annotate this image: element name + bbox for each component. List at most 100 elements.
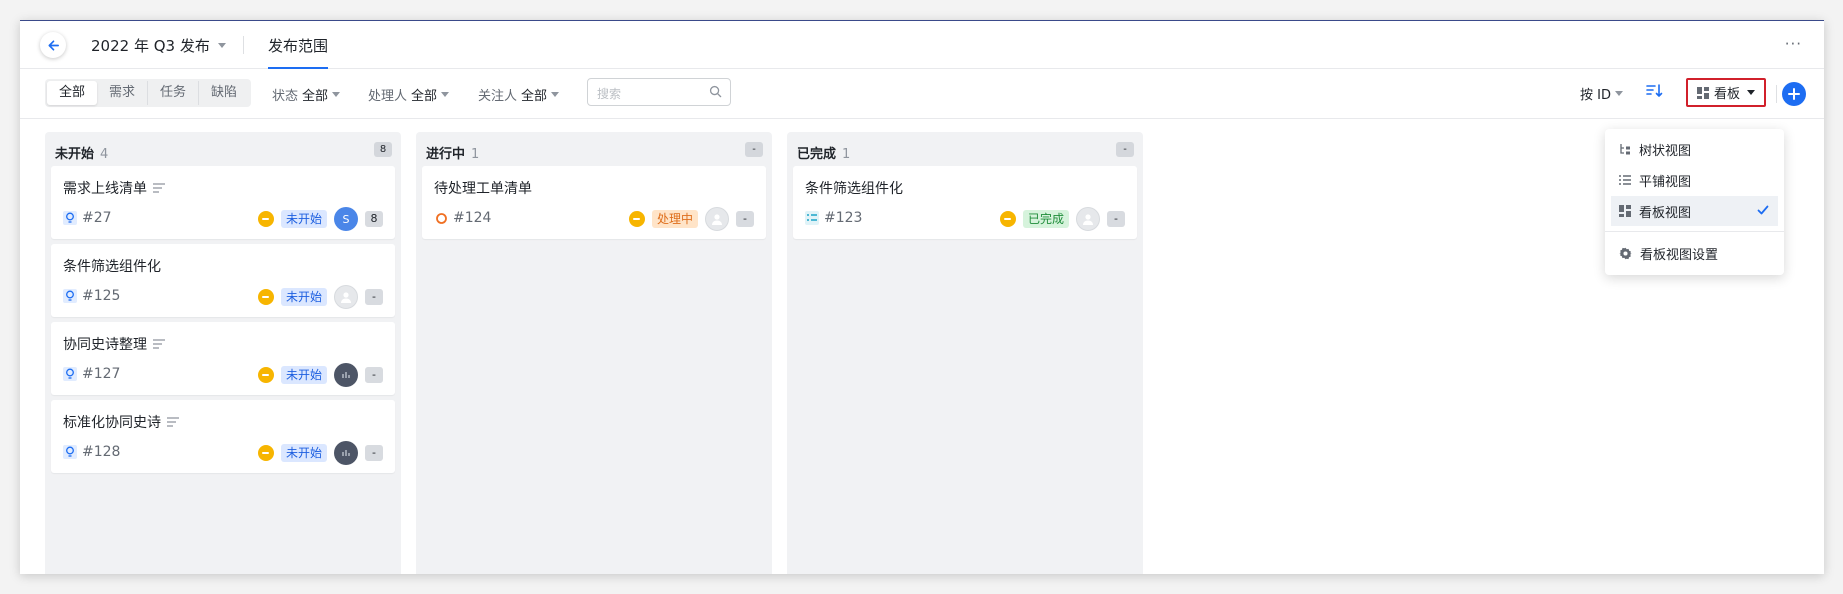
board-column: 未开始 4 8 需求上线清单 #27 未开始 S 8 条件筛选组件化 #125 … — [45, 132, 401, 574]
gear-icon — [1619, 247, 1632, 259]
sort-order-button[interactable] — [1645, 82, 1663, 104]
list-view-icon — [1619, 175, 1631, 185]
assignee-filter[interactable]: 处理人 全部 — [368, 85, 450, 104]
segment-defect[interactable]: 缺陷 — [199, 81, 249, 105]
card-id: #127 — [63, 366, 120, 382]
menu-item-label: 看板视图设置 — [1640, 247, 1719, 263]
avatar-placeholder[interactable] — [705, 207, 729, 231]
avatar[interactable] — [334, 363, 358, 387]
card-meta: 已完成 - — [999, 207, 1125, 231]
avatar[interactable]: S — [334, 207, 358, 231]
status-badge[interactable]: 处理中 — [651, 210, 698, 228]
priority-icon[interactable] — [257, 367, 274, 383]
view-label: 看板 — [1713, 87, 1740, 102]
status-badge[interactable]: 未开始 — [280, 444, 327, 462]
sort-descending-icon — [1646, 84, 1663, 97]
segment-all[interactable]: 全部 — [47, 81, 98, 105]
kanban-card[interactable]: 标准化协同史诗 #128 未开始 - — [51, 400, 395, 473]
estimate-badge[interactable]: - — [365, 289, 383, 305]
more-options-button[interactable]: ··· — [1785, 35, 1802, 53]
menu-item-tree-view[interactable]: 树状视图 — [1611, 134, 1778, 164]
release-selector[interactable]: 2022 年 Q3 发布 — [91, 35, 226, 56]
filter-value: 全部 — [521, 89, 548, 104]
card-id: #123 — [805, 210, 862, 226]
add-item-button[interactable] — [1782, 82, 1806, 106]
follower-filter[interactable]: 关注人 全部 — [478, 85, 560, 104]
card-title: 待处理工单清单 — [434, 178, 532, 198]
chevron-down-icon — [217, 43, 226, 48]
search-icon — [709, 85, 722, 98]
board-column: 进行中 1 - 待处理工单清单 #124 处理中 - — [416, 132, 772, 574]
arrow-left-icon — [47, 39, 59, 51]
status-badge[interactable]: 未开始 — [280, 210, 327, 228]
user-icon — [712, 214, 722, 225]
priority-icon[interactable] — [257, 445, 274, 461]
column-title: 已完成 1 — [797, 143, 850, 162]
menu-item-list-view[interactable]: 平铺视图 — [1611, 165, 1778, 195]
priority-icon[interactable] — [257, 289, 274, 305]
kanban-card[interactable]: 需求上线清单 #27 未开始 S 8 — [51, 166, 395, 239]
menu-item-label: 平铺视图 — [1639, 174, 1692, 190]
sort-field-selector[interactable]: 按 ID — [1580, 84, 1623, 103]
column-title: 进行中 1 — [426, 143, 479, 162]
card-title: 协同史诗整理 — [63, 334, 165, 354]
card-title-text: 待处理工单清单 — [434, 181, 532, 197]
estimate-badge[interactable]: - — [365, 367, 383, 383]
card-title-text: 需求上线清单 — [63, 181, 147, 197]
priority-icon[interactable] — [257, 211, 274, 227]
tree-view-icon — [1620, 144, 1630, 155]
menu-item-board-view[interactable]: 看板视图 — [1611, 196, 1778, 226]
card-title: 条件筛选组件化 — [805, 178, 903, 198]
menu-item-board-settings[interactable]: 看板视图设置 — [1611, 238, 1778, 268]
kanban-card[interactable]: 条件筛选组件化 #125 未开始 - — [51, 244, 395, 317]
task-icon — [805, 211, 819, 225]
column-header: 进行中 1 - — [416, 132, 772, 166]
card-title-text: 协同史诗整理 — [63, 337, 147, 353]
tab-release-scope[interactable]: 发布范围 — [268, 35, 329, 69]
search-input[interactable]: 搜索 — [587, 78, 731, 106]
filter-label: 关注人 — [478, 89, 518, 104]
segment-requirement[interactable]: 需求 — [97, 81, 149, 105]
description-icon — [153, 183, 165, 193]
board-column: 已完成 1 - 条件筛选组件化 #123 已完成 - — [787, 132, 1143, 574]
status-filter[interactable]: 状态 全部 — [272, 85, 341, 104]
description-icon — [153, 339, 165, 349]
column-badge: - — [1116, 142, 1134, 157]
status-badge[interactable]: 未开始 — [280, 288, 327, 306]
status-badge[interactable]: 未开始 — [280, 366, 327, 384]
kanban-card[interactable]: 条件筛选组件化 #123 已完成 - — [793, 166, 1137, 239]
release-name: 2022 年 Q3 发布 — [91, 37, 210, 55]
sort-label: 按 ID — [1580, 88, 1611, 103]
priority-icon[interactable] — [999, 211, 1016, 227]
back-button[interactable] — [40, 32, 66, 58]
card-id-text: #125 — [82, 288, 121, 304]
card-meta: 未开始 S 8 — [257, 207, 383, 231]
avatar-placeholder[interactable] — [1076, 207, 1100, 231]
requirement-icon — [63, 445, 77, 459]
column-count: 4 — [100, 147, 109, 162]
card-title-text: 标准化协同史诗 — [63, 415, 161, 431]
priority-icon[interactable] — [628, 211, 645, 227]
user-photo-icon — [342, 372, 350, 378]
estimate-badge[interactable]: - — [365, 445, 383, 461]
avatar[interactable] — [334, 441, 358, 465]
view-dropdown-menu: 树状视图 平铺视图 看板视图 看板视图设置 — [1605, 129, 1784, 275]
card-id: #27 — [63, 210, 112, 226]
user-icon — [341, 292, 351, 303]
requirement-icon — [63, 289, 77, 303]
kanban-card[interactable]: 待处理工单清单 #124 处理中 - — [422, 166, 766, 239]
segment-task[interactable]: 任务 — [148, 81, 200, 105]
type-segmented-control: 全部 需求 任务 缺陷 — [45, 79, 252, 107]
filter-value: 全部 — [411, 89, 438, 104]
estimate-badge[interactable]: 8 — [365, 211, 383, 227]
view-switcher-button[interactable]: 看板 — [1686, 78, 1766, 107]
avatar-placeholder[interactable] — [334, 285, 358, 309]
kanban-card[interactable]: 协同史诗整理 #127 未开始 - — [51, 322, 395, 395]
estimate-badge[interactable]: - — [1107, 211, 1125, 227]
requirement-icon — [63, 211, 77, 225]
card-title: 需求上线清单 — [63, 178, 165, 198]
search-placeholder: 搜索 — [597, 87, 622, 101]
estimate-badge[interactable]: - — [736, 211, 754, 227]
status-badge[interactable]: 已完成 — [1022, 210, 1069, 228]
card-meta: 未开始 - — [257, 441, 383, 465]
